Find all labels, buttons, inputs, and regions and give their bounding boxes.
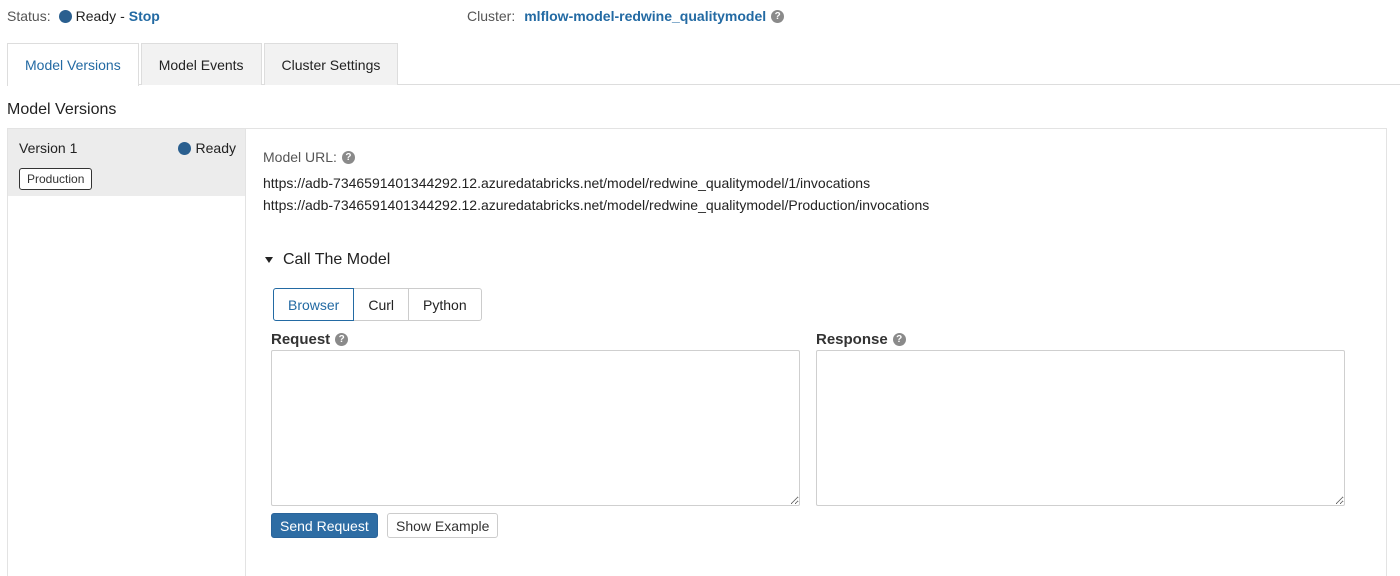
tab-bar: Model Versions Model Events Cluster Sett… (7, 43, 1400, 86)
status-separator: - (120, 8, 125, 24)
tab-cluster-settings[interactable]: Cluster Settings (263, 43, 399, 85)
help-icon[interactable]: ? (892, 333, 906, 346)
call-model-toggle[interactable]: Call The Model (265, 251, 390, 269)
version-list-item[interactable]: Version 1 Ready Production (8, 129, 245, 196)
show-example-button[interactable]: Show Example (387, 513, 499, 538)
status-dot-icon (58, 9, 72, 23)
help-icon[interactable]: ? (771, 9, 785, 23)
request-label-text: Request (271, 331, 331, 348)
cluster-info: Cluster: mlflow-model-redwine_qualitymod… (467, 7, 785, 25)
response-label: Response ? (816, 331, 906, 348)
versions-list: Version 1 Ready Production (8, 129, 246, 576)
status-value: Ready (75, 8, 117, 24)
status-bar: Status: Ready - Stop (7, 7, 160, 25)
response-label-text: Response (816, 331, 888, 348)
tab-model-versions[interactable]: Model Versions (7, 43, 139, 86)
model-versions-panel: Version 1 Ready Production Model URL: ? … (7, 128, 1387, 576)
help-icon[interactable]: ? (341, 150, 355, 164)
caret-down-icon (265, 257, 273, 263)
mode-python-button[interactable]: Python (408, 288, 482, 321)
version-status-text: Ready (195, 140, 236, 156)
version-label: Version 1 (19, 140, 78, 156)
call-mode-selector: Browser Curl Python (273, 288, 482, 321)
tab-model-events[interactable]: Model Events (140, 43, 262, 85)
status-label: Status: (7, 8, 51, 24)
mode-browser-button[interactable]: Browser (273, 288, 355, 321)
help-icon[interactable]: ? (335, 333, 349, 346)
mode-curl-button[interactable]: Curl (353, 288, 410, 321)
stop-link[interactable]: Stop (129, 8, 160, 24)
send-request-button[interactable]: Send Request (271, 513, 378, 538)
model-url-label-text: Model URL: (263, 149, 337, 165)
cluster-label: Cluster: (467, 8, 516, 24)
model-url-production: https://adb-7346591401344292.12.azuredat… (263, 197, 930, 213)
response-textarea[interactable] (816, 350, 1345, 506)
request-label: Request ? (271, 331, 349, 348)
request-textarea[interactable] (271, 350, 800, 506)
version-status: Ready (177, 140, 236, 156)
stage-badge: Production (19, 168, 93, 190)
section-title: Model Versions (7, 101, 117, 118)
cluster-name-link[interactable]: mlflow-model-redwine_qualitymodel (524, 8, 766, 24)
model-url-label: Model URL: ? (263, 149, 355, 165)
call-model-title: Call The Model (283, 251, 391, 268)
status-dot-icon (177, 141, 191, 155)
model-url-version: https://adb-7346591401344292.12.azuredat… (263, 175, 871, 191)
